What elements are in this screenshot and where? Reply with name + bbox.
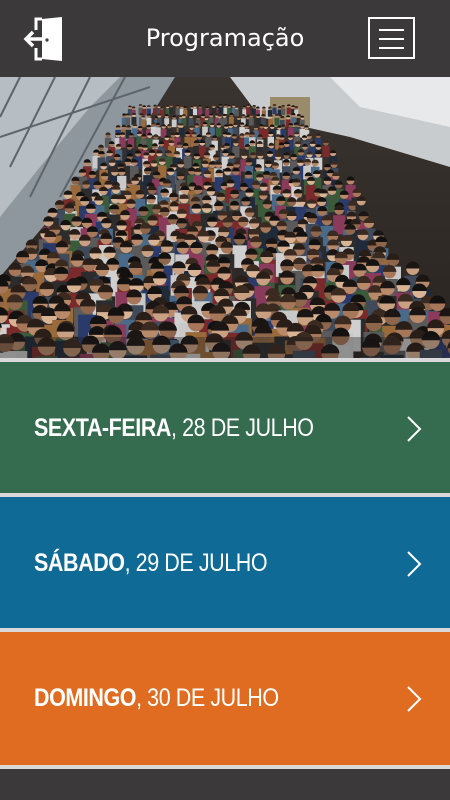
day-label: SEXTA-FEIRA, 28 DE JULHO <box>34 414 314 442</box>
crowd-photo <box>0 77 450 358</box>
hamburger-menu-icon-bar <box>379 38 404 40</box>
hamburger-menu-icon-bar <box>379 47 404 49</box>
day-item-sexta[interactable]: SEXTA-FEIRA, 28 DE JULHO <box>0 362 450 495</box>
top-app-bar: Programação <box>0 0 450 77</box>
chevron-right-icon <box>404 684 424 714</box>
exit-door-icon <box>23 17 62 61</box>
bottom-bar <box>0 770 450 800</box>
day-item-domingo[interactable]: DOMINGO, 30 DE JULHO <box>0 632 450 765</box>
day-label: SÁBADO, 29 DE JULHO <box>34 549 268 577</box>
menu-button[interactable] <box>368 17 415 59</box>
exit-button[interactable] <box>22 16 68 62</box>
divider <box>0 765 450 769</box>
hamburger-menu-icon <box>379 29 404 31</box>
day-item-sabado[interactable]: SÁBADO, 29 DE JULHO <box>0 497 450 630</box>
chevron-right-icon <box>404 414 424 444</box>
chevron-right-icon <box>404 549 424 579</box>
day-label: DOMINGO, 30 DE JULHO <box>34 684 279 712</box>
app-screen: Programação SEXTA-FEIRA, 28 DE JULHO SÁB… <box>0 0 450 800</box>
